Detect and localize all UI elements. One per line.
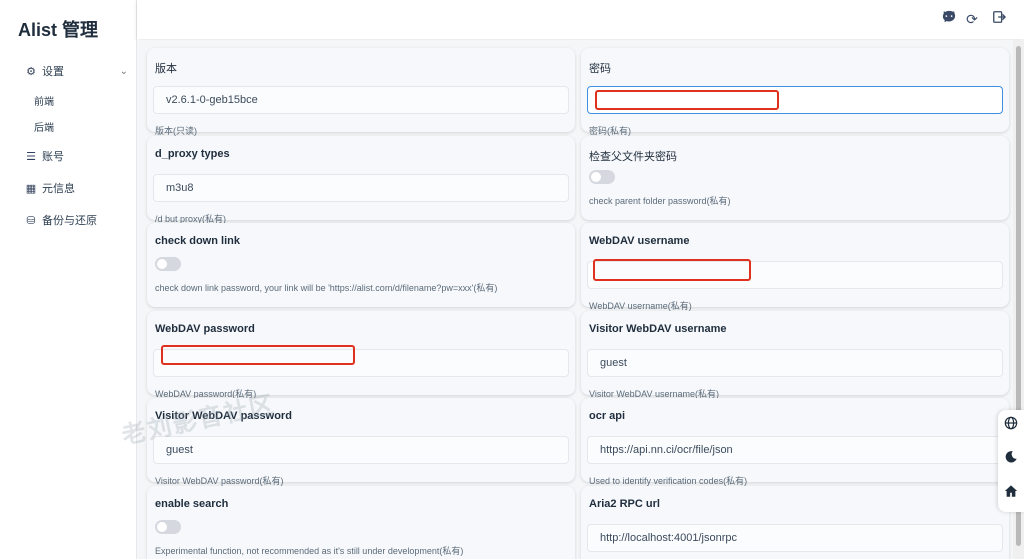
ocr-api-input[interactable]: https://api.nn.ci/ocr/file/json	[587, 436, 1003, 464]
version-field: v2.6.1-0-geb15bce	[153, 86, 569, 114]
floating-toolbar	[998, 410, 1024, 512]
field-label: 密码	[589, 63, 611, 75]
gear-icon: ⚙	[26, 65, 36, 78]
setting-card-enable-search: enable search Experimental function, not…	[147, 486, 575, 559]
field-label: 版本	[155, 63, 177, 75]
aria2-rpc-url-input[interactable]: http://localhost:4001/jsonrpc	[587, 524, 1003, 552]
field-label: WebDAV username	[589, 235, 690, 247]
check-parent-toggle[interactable]	[589, 170, 615, 184]
sidebar-item-backup[interactable]: ⛁ 备份与还原	[24, 212, 128, 228]
setting-card-check-parent: 检查父文件夹密码 check parent folder password(私有…	[581, 136, 1009, 220]
field-help: check down link password, your link will…	[155, 283, 498, 293]
setting-card-version: 版本 v2.6.1-0-geb15bce 版本(只读)	[147, 48, 575, 136]
brand-title: Alist 管理	[18, 20, 99, 40]
field-label: ocr api	[589, 410, 626, 422]
setting-card-webdav-username: WebDAV username WebDAV username(私有)	[581, 223, 1009, 311]
field-label: enable search	[155, 498, 229, 510]
setting-card-password: 密码 密码(私有)	[581, 48, 1009, 136]
field-label: Visitor WebDAV username	[589, 323, 727, 335]
d-proxy-types-input[interactable]: m3u8	[153, 174, 569, 202]
sidebar-item-label: 元信息	[42, 183, 75, 195]
moon-icon[interactable]	[1002, 450, 1020, 468]
github-icon[interactable]	[940, 10, 958, 28]
sidebar-item-accounts[interactable]: ☰ 账号	[24, 148, 128, 164]
setting-card-check-down-link: check down link check down link password…	[147, 223, 575, 307]
field-label: d_proxy types	[155, 148, 230, 160]
list-icon: ☰	[26, 150, 36, 163]
sidebar-item-label: 设置	[42, 66, 64, 78]
meta-icon: ▦	[25, 182, 37, 195]
chevron-down-icon: ⌄	[119, 65, 128, 77]
field-help: Experimental function, not recommended a…	[155, 546, 464, 556]
visitor-webdav-password-input[interactable]: guest	[153, 436, 569, 464]
top-bar: ⟳	[137, 0, 1024, 39]
setting-card-aria2-rpc-url: Aria2 RPC url http://localhost:4001/json…	[581, 486, 1009, 559]
globe-icon[interactable]	[1002, 416, 1020, 434]
sidebar-item-meta[interactable]: ▦ 元信息	[24, 180, 128, 196]
redaction-box	[161, 345, 355, 365]
redaction-box	[595, 90, 779, 110]
sidebar-item-label: 备份与还原	[42, 215, 97, 227]
sidebar-item-label: 账号	[42, 151, 64, 163]
field-label: 检查父文件夹密码	[589, 151, 677, 163]
enable-search-toggle[interactable]	[155, 520, 181, 534]
refresh-icon[interactable]: ⟳	[963, 10, 981, 28]
setting-card-ocr-api: ocr api https://api.nn.ci/ocr/file/json …	[581, 398, 1009, 486]
redaction-box	[593, 259, 751, 281]
check-down-link-toggle[interactable]	[155, 257, 181, 271]
field-label: WebDAV password	[155, 323, 255, 335]
logout-icon[interactable]	[990, 10, 1008, 28]
settings-panel: 版本 v2.6.1-0-geb15bce 版本(只读) 密码 密码(私有) d_…	[137, 40, 1013, 559]
field-help: check parent folder password(私有)	[589, 196, 731, 206]
field-label: check down link	[155, 235, 240, 247]
field-label: Aria2 RPC url	[589, 498, 660, 510]
setting-card-webdav-password: WebDAV password WebDAV password(私有)	[147, 311, 575, 399]
setting-card-visitor-webdav-username: Visitor WebDAV username guest Visitor We…	[581, 311, 1009, 399]
database-icon: ⛁	[26, 214, 36, 227]
sidebar-item-backend[interactable]: 后端	[34, 119, 54, 134]
setting-card-d-proxy-types: d_proxy types m3u8 /d but proxy(私有)	[147, 136, 575, 224]
sidebar-item-settings[interactable]: ⚙ 设置 ⌄	[24, 63, 128, 79]
sidebar: Alist 管理 ⚙ 设置 ⌄ 前端 后端 ☰ 账号 ▦ 元信息 ⛁ 备份与还原	[0, 0, 137, 559]
sidebar-item-frontend[interactable]: 前端	[34, 93, 54, 108]
visitor-webdav-username-input[interactable]: guest	[587, 349, 1003, 377]
home-icon[interactable]	[1002, 484, 1020, 502]
